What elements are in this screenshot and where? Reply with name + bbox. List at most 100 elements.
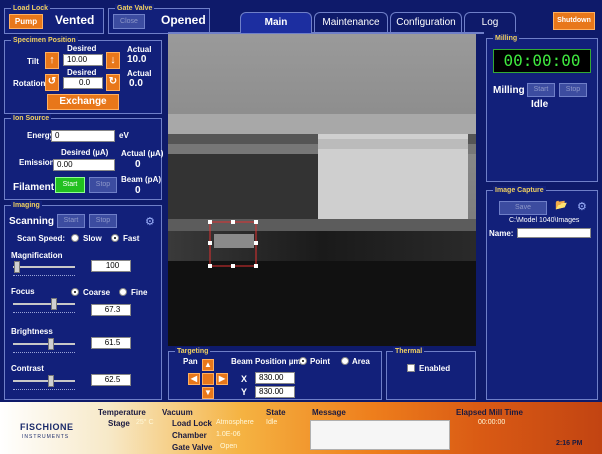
tilt-label: Tilt <box>27 57 39 66</box>
magnification-slider[interactable] <box>13 261 75 276</box>
rotate-ccw-icon: ↺ <box>47 76 57 87</box>
temperature-header: Temperature <box>98 408 146 417</box>
tilt-up-button[interactable]: ↑ <box>45 52 59 69</box>
footer-gatevalve-label: Gate Valve <box>172 443 213 452</box>
milling-status: Idle <box>531 99 549 110</box>
pan-down-button[interactable]: ▼ <box>202 387 214 399</box>
pan-left-button[interactable]: ◀ <box>188 373 200 385</box>
pan-up-button[interactable]: ▲ <box>202 359 214 371</box>
exchange-button[interactable]: Exchange <box>47 94 119 110</box>
filament-label: Filament <box>13 182 55 193</box>
focus-fine-radio[interactable] <box>119 288 127 296</box>
tilt-desired-header: Desired <box>67 44 97 53</box>
scan-speed-fast-label: Fast <box>123 234 140 243</box>
capture-name-label: Name: <box>489 229 514 238</box>
ion-source-panel: Ion Source Energy: 0 eV Desired (µA) Act… <box>4 114 163 200</box>
magnification-input[interactable]: 100 <box>91 260 131 272</box>
beam-x-input[interactable]: 830.00 <box>255 372 295 384</box>
brightness-input[interactable]: 61.5 <box>91 337 131 349</box>
energy-input[interactable]: 0 <box>51 130 115 142</box>
gate-valve-state: Opened <box>161 13 206 27</box>
milling-timer: 00:00:00 <box>493 49 591 73</box>
folder-icon[interactable]: 📂 <box>555 200 567 211</box>
shutdown-button[interactable]: Shutdown <box>553 12 595 30</box>
scan-stop-button[interactable]: Stop <box>89 214 117 228</box>
tilt-actual-header: Actual <box>127 45 152 54</box>
triangle-left-icon: ◀ <box>190 374 198 383</box>
gate-valve-panel: Gate Valve Close Opened <box>108 4 210 34</box>
emission-input[interactable]: 0.00 <box>53 159 115 171</box>
tab-configuration[interactable]: Configuration <box>390 12 462 32</box>
targeting-title: Targeting <box>175 347 211 356</box>
capture-settings-icon[interactable]: ⚙ <box>577 200 587 213</box>
thermal-panel: Thermal Enabled <box>386 347 476 400</box>
pan-right-button[interactable]: ▶ <box>216 373 228 385</box>
tilt-down-button[interactable]: ↓ <box>106 52 120 69</box>
scan-settings-icon[interactable]: ⚙ <box>145 215 155 228</box>
logo-wordmark: FISCHIONE <box>20 422 74 432</box>
close-valve-button[interactable]: Close <box>113 14 145 29</box>
brightness-slider[interactable] <box>13 338 75 353</box>
beam-position-label: Beam Position µm <box>231 357 301 366</box>
milling-start-button[interactable]: Start <box>527 83 555 97</box>
ion-source-title: Ion Source <box>11 114 52 123</box>
rotation-desired-header: Desired <box>67 68 97 77</box>
footer-loadlock-state: Idle <box>266 419 278 426</box>
pan-center-button[interactable] <box>202 373 214 385</box>
footer-chamber-value: 1.0E-06 <box>216 431 241 438</box>
focus-label: Focus <box>11 287 35 296</box>
tilt-desired-input[interactable]: 10.00 <box>63 54 103 66</box>
arrow-down-icon: ↓ <box>110 54 116 66</box>
footer-loadlock-value: Atmosphere <box>216 419 254 426</box>
scan-start-button[interactable]: Start <box>57 214 85 228</box>
footer-loadlock-label: Load Lock <box>172 419 213 428</box>
target-point-radio[interactable] <box>299 357 307 365</box>
arrow-up-icon: ↑ <box>49 54 55 66</box>
thermal-title: Thermal <box>393 347 425 356</box>
tab-maintenance[interactable]: Maintenance <box>314 12 388 32</box>
footer-chamber-label: Chamber <box>172 431 207 440</box>
pan-label: Pan <box>183 357 198 366</box>
emission-label: Emission: <box>19 158 58 167</box>
tab-main[interactable]: Main <box>240 12 312 33</box>
beam-header: Beam (pA) <box>121 175 162 184</box>
specimen-position-panel: Specimen Position Desired Actual Tilt ↑ … <box>4 36 162 114</box>
contrast-slider[interactable] <box>13 375 75 390</box>
rotate-cw-button[interactable]: ↻ <box>106 74 120 91</box>
filament-start-button[interactable]: Start <box>55 177 85 193</box>
triangle-right-icon: ▶ <box>218 374 226 383</box>
imaging-panel: Imaging Scanning Start Stop ⚙ Scan Speed… <box>4 201 162 400</box>
focus-fine-label: Fine <box>131 288 148 297</box>
message-box <box>310 420 450 450</box>
filament-stop-button[interactable]: Stop <box>89 177 117 193</box>
footer-gatevalve-value: Open <box>220 443 238 450</box>
scan-speed-fast-radio[interactable] <box>111 234 119 242</box>
gate-valve-title: Gate Valve <box>115 4 155 13</box>
brightness-label: Brightness <box>11 327 53 336</box>
capture-save-button[interactable]: Save <box>499 201 547 215</box>
focus-input[interactable]: 67.3 <box>91 304 131 316</box>
rotate-ccw-button[interactable]: ↺ <box>45 74 59 91</box>
emission-actual-value: 0 <box>135 159 141 170</box>
targeting-panel: Targeting Pan ▲ ◀ ▶ ▼ Beam Position µm P… <box>168 347 382 400</box>
thermal-enabled-checkbox[interactable] <box>407 364 415 372</box>
beam-y-input[interactable]: 830.00 <box>255 386 295 398</box>
target-area-radio[interactable] <box>341 357 349 365</box>
capture-name-input[interactable] <box>517 228 591 238</box>
message-header: Message <box>312 408 346 417</box>
tab-log[interactable]: Log <box>464 12 516 32</box>
triangle-down-icon: ▼ <box>204 388 212 397</box>
focus-coarse-label: Coarse <box>83 288 111 297</box>
scan-speed-slow-radio[interactable] <box>71 234 79 242</box>
image-capture-title: Image Capture <box>493 186 546 195</box>
focus-coarse-radio[interactable] <box>71 288 79 296</box>
rotation-desired-input[interactable]: 0.0 <box>63 77 103 89</box>
capture-path: C:\Model 1040\Images <box>509 217 580 224</box>
milling-stop-button[interactable]: Stop <box>559 83 587 97</box>
pump-button[interactable]: Pump <box>9 14 43 29</box>
contrast-input[interactable]: 62.5 <box>91 374 131 386</box>
status-footer: FISCHIONE INSTRUMENTS Temperature Stage … <box>0 402 602 454</box>
sem-image-view[interactable] <box>168 34 476 346</box>
focus-slider[interactable] <box>13 298 75 313</box>
tilt-actual-value: 10.0 <box>127 54 147 65</box>
